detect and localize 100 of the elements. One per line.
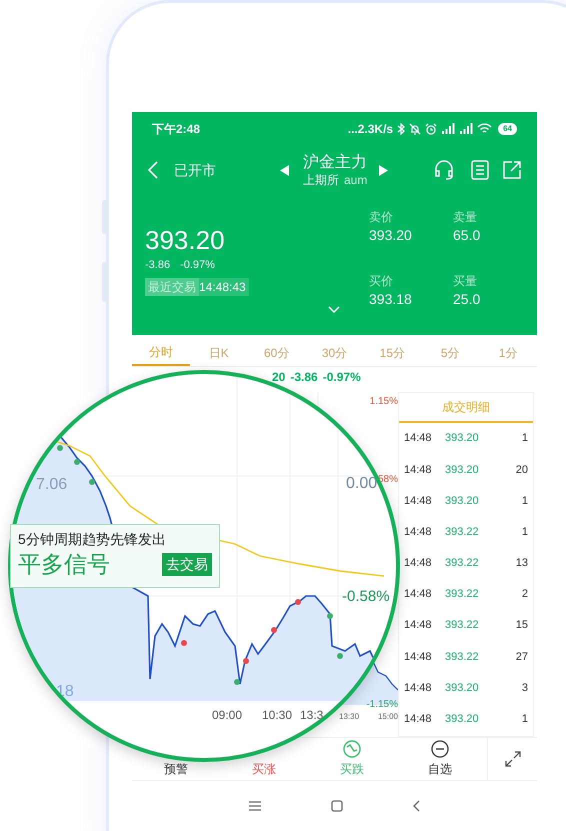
fullscreen-icon[interactable] <box>504 751 520 767</box>
quote-summary: 20 <box>272 369 286 386</box>
last-price: 393.20 <box>145 225 226 255</box>
signal-subtitle: 5分钟周期趋势先锋发出 <box>18 530 167 548</box>
buy-signal-dot <box>295 599 301 605</box>
muted-bell-icon <box>409 122 422 134</box>
status-time: 下午2:48 <box>152 120 200 138</box>
toolbar-button[interactable]: 预警 <box>164 760 188 778</box>
bluetooth-icon <box>397 122 406 134</box>
signal-icon <box>441 123 456 134</box>
trade-price: 393.20 <box>445 680 479 696</box>
trade-price: 393.20 <box>445 462 479 478</box>
toolbar-button[interactable]: 自选 <box>428 760 452 778</box>
sell-signal-dot <box>74 459 80 465</box>
buy-signal-dot <box>243 658 249 664</box>
trades-title: 成交明细 <box>442 399 490 416</box>
book-label: 卖量 <box>453 209 478 225</box>
book-label: 卖价 <box>369 209 394 225</box>
trade-time: 14:48 <box>404 680 433 696</box>
time-axis-label: 09:00 <box>212 707 242 724</box>
falling-chart-icon <box>343 740 361 758</box>
signal-icon <box>459 123 474 134</box>
wifi-icon <box>477 123 492 134</box>
sell-signal-dot <box>327 613 333 619</box>
toolbar-button[interactable]: 买跌 <box>340 760 364 778</box>
trade-volume: 15 <box>516 618 528 634</box>
trade-time: 14:48 <box>404 712 433 728</box>
time-axis-label: 10:30 <box>262 707 292 724</box>
last-trade-label: 最近交易 <box>145 278 199 296</box>
book-value: 65.0 <box>453 226 482 245</box>
buy-signal-dot <box>271 627 277 633</box>
trade-button[interactable]: 去交易 <box>162 552 212 576</box>
back-icon[interactable] <box>413 800 420 812</box>
trade-price: 393.22 <box>445 524 479 540</box>
sell-signal-dot <box>57 445 63 451</box>
previous-arrow-icon[interactable] <box>280 164 289 176</box>
chart-tab[interactable]: 日K <box>190 339 248 366</box>
last-trade-time: 14:48:43 <box>199 278 249 296</box>
trade-volume: 1 <box>522 431 528 446</box>
sell-signal-dot <box>337 653 343 659</box>
sell-signal-dot <box>89 479 95 485</box>
expand-chevron-icon[interactable] <box>328 306 340 313</box>
document-icon[interactable] <box>471 160 489 180</box>
trade-price: 393.22 <box>445 556 479 572</box>
trade-volume: 13 <box>516 556 528 572</box>
book-value: 25.0 <box>453 290 482 308</box>
share-icon[interactable] <box>503 161 521 179</box>
book-label: 买价 <box>369 272 394 288</box>
percent-change: -0.97% <box>180 258 215 273</box>
chart-tab[interactable]: 1分 <box>479 339 537 366</box>
trade-time: 14:48 <box>404 587 433 602</box>
sell-signal-dot <box>234 679 240 685</box>
percent-axis-label: -1.15% <box>366 698 398 712</box>
buy-signal-dot <box>181 640 187 646</box>
headset-icon[interactable] <box>433 159 455 181</box>
trade-price: 393.20 <box>445 431 479 446</box>
trade-time: 14:48 <box>404 556 433 572</box>
book-label: 买量 <box>453 272 478 288</box>
book-value: 393.18 <box>369 290 413 308</box>
trade-price: 393.22 <box>445 618 479 634</box>
signal-title: 平多信号 <box>18 550 110 579</box>
trade-price: 393.22 <box>445 587 479 602</box>
trade-time: 14:48 <box>404 650 433 665</box>
trade-volume: 1 <box>522 712 528 728</box>
percent-axis-label: -0.58% <box>342 587 390 607</box>
trade-price: 393.22 <box>445 650 479 665</box>
market-status: 已开市 <box>174 160 216 180</box>
time-axis-label: 13:30 <box>339 711 360 723</box>
minus-circle-icon <box>431 740 449 758</box>
menu-icon[interactable] <box>249 801 261 811</box>
quote-summary: -3.86 <box>290 369 318 386</box>
chart-tab[interactable]: 分时 <box>132 339 190 366</box>
trade-time: 14:48 <box>404 462 433 478</box>
chart-tab[interactable]: 5分 <box>421 339 480 366</box>
book-value: 393.20 <box>369 226 413 245</box>
trade-volume: 1 <box>522 494 528 509</box>
network-speed: ...2.3K/s <box>348 120 394 138</box>
trade-price: 393.20 <box>445 712 479 728</box>
alarm-icon <box>425 122 438 134</box>
trade-volume: 1 <box>522 524 528 540</box>
trade-time: 14:48 <box>404 494 433 509</box>
chart-tab[interactable]: 15分 <box>363 339 422 366</box>
trade-volume: 27 <box>516 650 528 665</box>
toolbar-button[interactable]: 买涨 <box>252 760 276 778</box>
home-square-icon[interactable] <box>331 800 343 812</box>
axis-value: 0.00 <box>346 474 378 494</box>
chart-tab[interactable]: 60分 <box>248 339 306 366</box>
exchange-name: 上期所 <box>303 172 339 188</box>
trade-price: 393.20 <box>445 494 479 509</box>
contract-code: aum <box>344 172 368 188</box>
chart-tab[interactable]: 30分 <box>306 339 364 366</box>
percent-axis-label: 1.15% <box>370 395 398 409</box>
price-change: -3.86 <box>145 258 170 273</box>
trade-time: 14:48 <box>404 618 433 634</box>
battery-indicator: 64 <box>498 122 517 134</box>
trade-time: 14:48 <box>404 431 433 446</box>
next-arrow-icon[interactable] <box>379 164 388 176</box>
trade-volume: 3 <box>522 680 528 696</box>
trade-time: 14:48 <box>404 524 433 540</box>
quote-summary: -0.97% <box>322 369 361 386</box>
